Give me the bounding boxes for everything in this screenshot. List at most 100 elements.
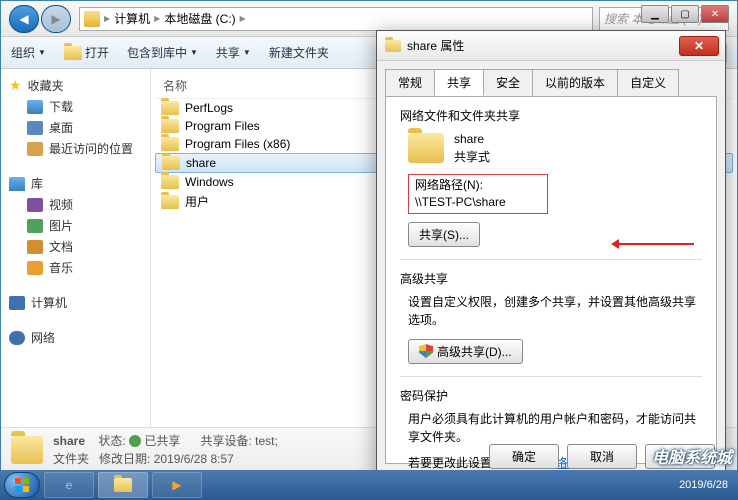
file-name: Windows [185,175,234,189]
organize-menu[interactable]: 组织 ▼ [11,44,46,61]
section-password: 密码保护 [400,387,702,404]
details-type: 文件夹 [53,452,89,466]
password-desc: 用户必须具有此计算机的用户帐户和密码，才能访问共享文件夹。 [408,410,702,446]
picture-icon [27,219,43,233]
tab-4[interactable]: 自定义 [617,69,679,96]
taskbar-clock[interactable]: 2019/6/28 [679,479,734,491]
sidebar-libraries[interactable]: 库 [5,173,146,194]
network-path-label: 网络路径(N): [415,177,541,194]
dialog-close-button[interactable]: ✕ [679,36,719,56]
sidebar-item-desktop[interactable]: 桌面 [5,117,146,138]
taskbar: e ▶ 2019/6/28 [0,470,738,500]
back-button[interactable]: ◀ [9,5,39,33]
details-date-value: 2019/6/28 8:57 [154,452,234,466]
start-button[interactable] [4,472,40,498]
folder-icon [408,133,444,163]
media-icon: ▶ [172,478,181,492]
folder-icon [161,195,179,209]
sidebar-item-music[interactable]: 音乐 [5,257,146,278]
folder-icon [161,137,179,151]
sidebar-item-pictures[interactable]: 图片 [5,215,146,236]
folder-icon [11,436,43,464]
breadcrumb-drive[interactable]: 本地磁盘 (C:) [164,10,235,27]
chevron-right-icon: ▶ [240,14,246,23]
cancel-button[interactable]: 取消 [567,444,637,469]
details-device-value: test; [255,434,278,448]
file-name: share [186,156,216,170]
chevron-right-icon: ▶ [154,14,160,23]
folder-icon [385,40,401,52]
sidebar-item-downloads[interactable]: 下载 [5,96,146,117]
section-advanced-share: 高级共享 [400,270,702,287]
ie-icon: e [66,478,73,492]
file-name: PerfLogs [185,101,233,115]
sidebar-favorites[interactable]: ★收藏夹 [5,75,146,96]
folder-icon [162,156,180,170]
tab-1[interactable]: 共享 [434,69,484,96]
include-menu[interactable]: 包含到库中 ▼ [127,44,198,61]
dialog-tabs: 常规共享安全以前的版本自定义 [377,61,725,96]
taskbar-media-button[interactable]: ▶ [152,472,202,498]
sidebar-item-recent[interactable]: 最近访问的位置 [5,138,146,159]
music-icon [27,261,43,275]
file-name: Program Files [185,119,260,133]
sidebar: ★收藏夹 下载 桌面 最近访问的位置 库 视频 图片 文档 音乐 计算机 网络 [1,69,151,427]
sidebar-network[interactable]: 网络 [5,327,146,348]
chevron-right-icon: ▶ [104,14,110,23]
details-name: share [53,434,85,448]
properties-dialog: share 属性 ✕ 常规共享安全以前的版本自定义 网络文件和文件夹共享 sha… [376,30,726,480]
sidebar-item-documents[interactable]: 文档 [5,236,146,257]
tab-0[interactable]: 常规 [385,69,435,96]
computer-icon [9,296,25,310]
maximize-button[interactable]: ▢ [671,5,699,23]
share-button[interactable]: 共享(S)... [408,222,480,247]
network-path-value: \\TEST-PC\share [415,194,541,211]
new-folder-button[interactable]: 新建文件夹 [269,44,329,61]
network-icon [9,331,25,345]
sidebar-item-videos[interactable]: 视频 [5,194,146,215]
video-icon [27,198,43,212]
minimize-button[interactable]: ▁ [641,5,669,23]
file-name: Program Files (x86) [185,137,290,151]
taskbar-explorer-button[interactable] [98,472,148,498]
close-button[interactable]: ✕ [701,5,729,23]
share-name: share [454,130,490,148]
details-date-label: 修改日期: [99,452,150,466]
dialog-title: share 属性 [407,37,464,54]
recent-icon [27,142,43,156]
file-name: 用户 [185,193,209,210]
folder-icon [161,119,179,133]
taskbar-ie-button[interactable]: e [44,472,94,498]
shared-icon [129,435,141,447]
annotation-arrow-icon [614,243,694,245]
tab-2[interactable]: 安全 [483,69,533,96]
network-path-box: 网络路径(N): \\TEST-PC\share [408,174,548,214]
shield-icon [419,344,433,358]
window-controls: ▁ ▢ ✕ [641,5,729,23]
details-state-label: 状态: [98,434,125,448]
chevron-down-icon: ▼ [243,48,251,57]
windows-logo-icon [14,477,30,493]
open-button[interactable]: 打开 [64,44,109,61]
tab-3[interactable]: 以前的版本 [532,69,618,96]
chevron-down-icon: ▼ [190,48,198,57]
share-menu[interactable]: 共享 ▼ [216,44,251,61]
dialog-titlebar[interactable]: share 属性 [377,31,725,61]
details-state-value: 已共享 [144,434,180,448]
download-icon [27,100,43,114]
advanced-share-button[interactable]: 高级共享(D)... [408,339,523,364]
desktop-icon [27,121,43,135]
document-icon [27,240,43,254]
folder-icon [64,46,82,60]
folder-icon [161,175,179,189]
sidebar-computer[interactable]: 计算机 [5,292,146,313]
watermark: 电脑系统城 [652,444,732,468]
section-network-share: 网络文件和文件夹共享 [400,107,702,124]
folder-icon [161,101,179,115]
breadcrumb-root[interactable]: 计算机 [114,10,150,27]
drive-icon [84,11,100,27]
forward-button[interactable]: ▶ [41,5,71,33]
breadcrumb[interactable]: ▶ 计算机 ▶ 本地磁盘 (C:) ▶ [79,7,593,31]
ok-button[interactable]: 确定 [489,444,559,469]
chevron-down-icon: ▼ [38,48,46,57]
